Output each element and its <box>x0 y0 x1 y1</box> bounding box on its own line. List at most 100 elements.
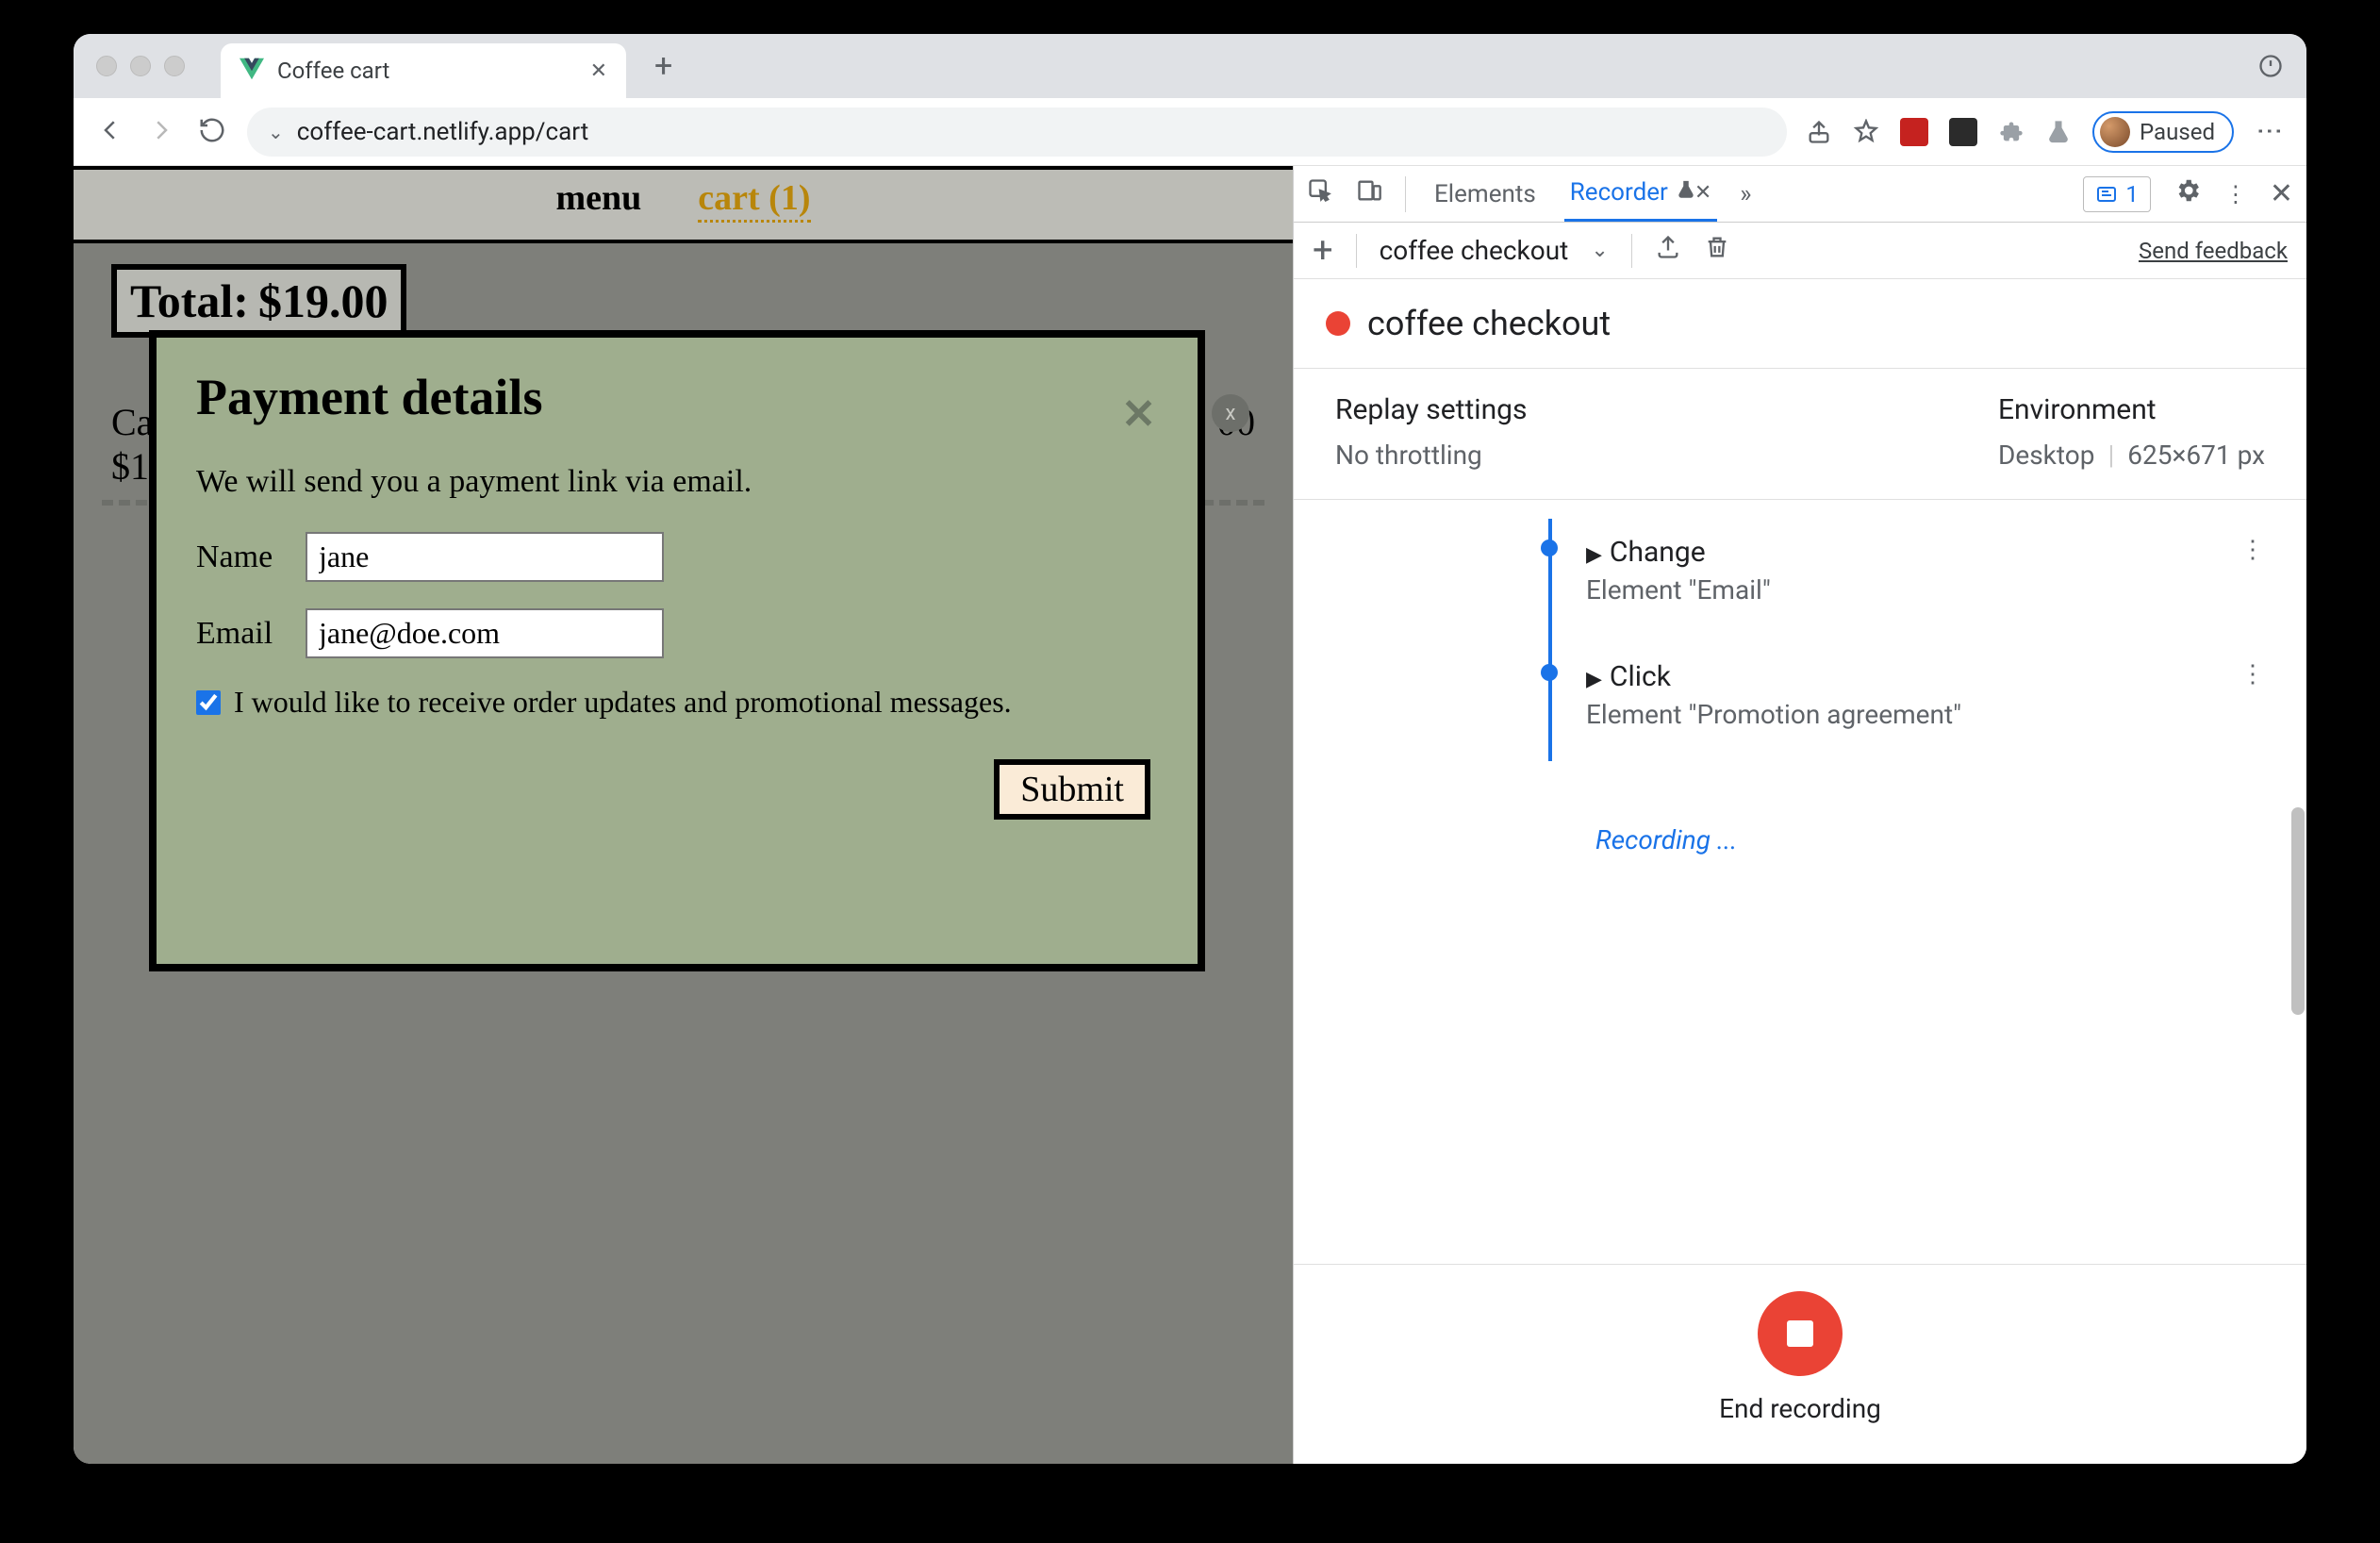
reload-button[interactable] <box>196 116 228 148</box>
nav-cart-link[interactable]: cart (1) <box>698 177 810 223</box>
toolbar-actions: Paused ⋮ <box>1806 111 2286 153</box>
email-label: Email <box>196 616 287 652</box>
export-icon[interactable] <box>1655 234 1681 267</box>
stop-icon <box>1787 1320 1813 1347</box>
chevron-down-icon[interactable]: ⌄ <box>1591 239 1608 262</box>
modal-title: Payment details <box>196 368 1158 426</box>
tab-recorder[interactable]: Recorder ✕ <box>1564 166 1718 222</box>
close-tab-icon[interactable]: ✕ <box>590 59 607 83</box>
profile-status: Paused <box>2140 119 2215 145</box>
inspect-element-icon[interactable] <box>1307 177 1333 210</box>
new-tab-button[interactable]: + <box>654 47 672 85</box>
step-subtitle: Element "Email" <box>1586 574 1771 606</box>
devtools-menu-icon[interactable]: ⋮ <box>2224 181 2247 207</box>
browser-toolbar: ⌄ coffee-cart.netlify.app/cart Paused ⋮ <box>74 98 2306 166</box>
name-row: Name <box>196 532 1158 582</box>
env-device: Desktop <box>1998 440 2094 471</box>
name-input[interactable] <box>306 532 664 582</box>
profile-chip[interactable]: Paused <box>2092 111 2234 153</box>
replay-settings-heading: Replay settings <box>1335 393 1527 426</box>
minimize-window-button[interactable] <box>130 56 151 76</box>
recording-title: coffee checkout <box>1367 304 1611 343</box>
labs-flask-icon[interactable] <box>2045 119 2072 145</box>
total-box[interactable]: Total: $19.00 <box>111 264 406 338</box>
expand-icon[interactable]: ▶ <box>1586 668 1602 691</box>
page-viewport: menu cart (1) Total: $19.00 Ca $1 00 x <box>74 166 1293 1464</box>
window-controls <box>96 56 185 76</box>
bookmark-icon[interactable] <box>1853 119 1879 145</box>
recorder-steps: ▶Change Element "Email" ⋮ ▶Click Element… <box>1294 500 2306 1264</box>
share-icon[interactable] <box>1806 119 1832 145</box>
more-tabs-icon[interactable]: » <box>1740 180 1751 208</box>
cart-item-name: Ca $1 <box>111 400 153 489</box>
devtools-tabbar: Elements Recorder ✕ » 1 ⋮ <box>1294 166 2306 223</box>
issues-count: 1 <box>2125 181 2139 207</box>
recorder-footer: End recording <box>1294 1264 2306 1464</box>
payment-modal: Payment details ✕ We will send you a pay… <box>149 330 1205 971</box>
site-info-icon[interactable]: ⌄ <box>268 121 284 143</box>
forward-button[interactable] <box>145 116 177 148</box>
total-label: Total: <box>130 274 249 328</box>
close-window-button[interactable] <box>96 56 117 76</box>
modal-close-icon[interactable]: ✕ <box>1121 390 1156 439</box>
browser-window: Coffee cart ✕ + ⌄ coffee-cart.netlify.ap… <box>74 34 2306 1464</box>
expand-icon[interactable]: ▶ <box>1586 543 1602 567</box>
step-bullet-icon <box>1541 539 1558 556</box>
delete-icon[interactable] <box>1704 234 1730 267</box>
address-bar[interactable]: ⌄ coffee-cart.netlify.app/cart <box>247 108 1787 157</box>
end-recording-label: End recording <box>1719 1393 1881 1424</box>
end-recording-button[interactable] <box>1758 1291 1843 1376</box>
tab-overview-icon[interactable] <box>2257 53 2284 79</box>
close-devtools-icon[interactable]: ✕ <box>2270 177 2293 210</box>
back-button[interactable] <box>94 116 126 148</box>
recording-indicator-icon <box>1326 311 1350 336</box>
environment-heading: Environment <box>1998 393 2265 426</box>
step-click[interactable]: ▶Click Element "Promotion agreement" ⋮ <box>1539 643 2265 768</box>
total-value: $19.00 <box>258 274 388 328</box>
step-menu-icon[interactable]: ⋮ <box>2240 536 2265 564</box>
issues-chip[interactable]: 1 <box>2083 176 2151 212</box>
device-toolbar-icon[interactable] <box>1356 177 1382 210</box>
nav-menu-link[interactable]: menu <box>556 177 642 223</box>
scrollbar-thumb[interactable] <box>2291 807 2305 1015</box>
name-label: Name <box>196 539 287 575</box>
zoom-window-button[interactable] <box>164 56 185 76</box>
tab-strip: Coffee cart ✕ + <box>74 34 2306 98</box>
promo-row: I would like to receive order updates an… <box>196 685 1158 720</box>
recording-status: Recording ... <box>1595 824 2265 855</box>
new-recording-button[interactable]: + <box>1313 230 1333 272</box>
email-row: Email <box>196 608 1158 658</box>
extension-icon-2[interactable] <box>1949 118 1977 146</box>
step-subtitle: Element "Promotion agreement" <box>1586 699 1961 730</box>
recorder-settings-row: Replay settings No throttling Environmen… <box>1294 369 2306 499</box>
extension-icon-1[interactable] <box>1900 118 1928 146</box>
recording-title-row: coffee checkout <box>1294 279 2306 368</box>
send-feedback-link[interactable]: Send feedback <box>2139 238 2288 264</box>
close-recorder-tab-icon[interactable]: ✕ <box>1694 181 1711 205</box>
content-area: menu cart (1) Total: $19.00 Ca $1 00 x <box>74 166 2306 1464</box>
recording-select[interactable]: coffee checkout <box>1380 235 1569 266</box>
browser-tab[interactable]: Coffee cart ✕ <box>221 43 626 98</box>
step-menu-icon[interactable]: ⋮ <box>2240 660 2265 689</box>
step-change[interactable]: ▶Change Element "Email" ⋮ <box>1539 519 2265 643</box>
vue-icon <box>240 57 264 85</box>
submit-button[interactable]: Submit <box>994 759 1150 820</box>
recorder-toolbar: + coffee checkout ⌄ Send feedback <box>1294 223 2306 279</box>
tab-elements[interactable]: Elements <box>1429 166 1542 222</box>
remove-item-button[interactable]: x <box>1212 394 1249 432</box>
devtools-settings-icon[interactable] <box>2173 176 2202 211</box>
tab-title: Coffee cart <box>277 58 577 84</box>
step-bullet-icon <box>1541 664 1558 681</box>
replay-throttling-value[interactable]: No throttling <box>1335 440 1527 471</box>
env-dimensions: 625×671 px <box>2127 440 2265 471</box>
modal-subtitle: We will send you a payment link via emai… <box>196 464 1158 500</box>
browser-menu-icon[interactable]: ⋮ <box>2255 118 2286 146</box>
flask-icon <box>1676 178 1696 207</box>
extensions-puzzle-icon[interactable] <box>1998 119 2025 145</box>
promo-checkbox[interactable] <box>196 690 221 715</box>
page-nav: menu cart (1) <box>74 166 1293 240</box>
url-text: coffee-cart.netlify.app/cart <box>297 118 588 146</box>
email-input[interactable] <box>306 608 664 658</box>
promo-label: I would like to receive order updates an… <box>234 685 1012 720</box>
avatar <box>2100 117 2130 147</box>
